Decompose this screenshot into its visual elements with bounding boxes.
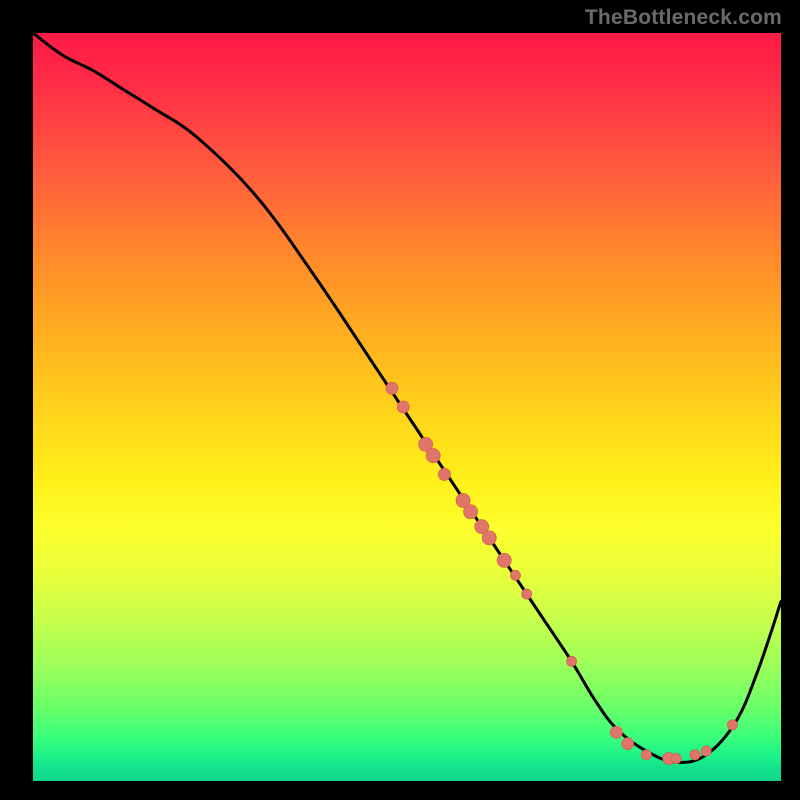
marker-dot: [397, 401, 409, 413]
marker-dot: [671, 754, 681, 764]
marker-dot: [426, 449, 440, 463]
bottleneck-curve: [33, 33, 781, 762]
chart-overlay-svg: [33, 33, 781, 781]
marker-dot: [622, 738, 634, 750]
marker-dot: [567, 656, 577, 666]
marker-dot: [610, 726, 622, 738]
marker-dot: [482, 531, 496, 545]
watermark-text: TheBottleneck.com: [585, 6, 782, 30]
marker-dot: [497, 553, 511, 567]
plot-area: [33, 33, 781, 781]
marker-dot: [701, 746, 711, 756]
marker-dot: [727, 720, 737, 730]
curve-markers: [386, 382, 737, 764]
chart-root: TheBottleneck.com: [0, 0, 800, 800]
marker-dot: [386, 382, 398, 394]
marker-dot: [510, 570, 520, 580]
marker-dot: [641, 750, 651, 760]
marker-dot: [690, 750, 700, 760]
marker-dot: [438, 468, 450, 480]
marker-dot: [464, 505, 478, 519]
marker-dot: [522, 589, 532, 599]
